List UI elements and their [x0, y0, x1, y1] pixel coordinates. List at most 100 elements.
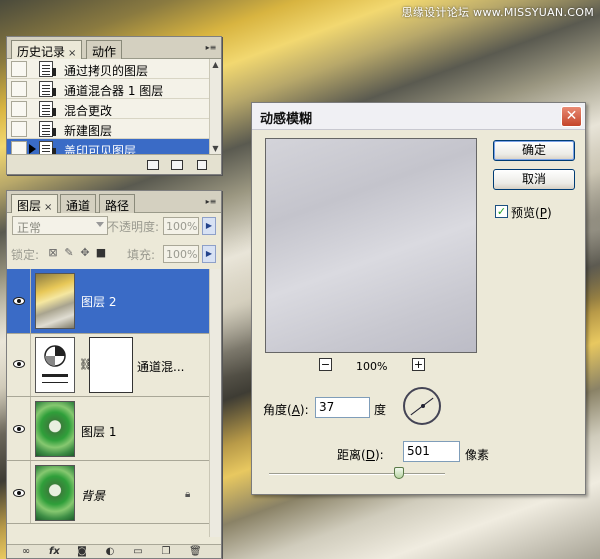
history-item-label: 混合更改 [64, 104, 113, 118]
history-state-icon [39, 101, 56, 117]
tab-close-icon[interactable]: × [44, 202, 52, 213]
lock-label: 锁定: [11, 248, 40, 262]
fill-arrow-icon[interactable]: ▶ [202, 245, 216, 263]
panel-menu-icon[interactable]: ▸≡ [204, 43, 218, 53]
history-item[interactable]: 通过拷贝的图层 [7, 59, 211, 79]
layer-row-selected[interactable]: 图层 2 [7, 269, 211, 334]
zoom-level: 100% [356, 360, 388, 373]
scroll-up-icon[interactable]: ▲ [210, 59, 221, 71]
tab-layers[interactable]: 图层 × [11, 194, 59, 214]
opacity-input[interactable]: 100% [163, 217, 199, 235]
dialog-titlebar[interactable]: 动感模糊 ✕ [252, 103, 585, 130]
history-item-label: 新建图层 [64, 124, 113, 138]
layer-row[interactable]: ⛓ 通道混... [7, 334, 211, 397]
visibility-toggle[interactable] [7, 397, 31, 460]
distance-slider-thumb[interactable] [394, 467, 404, 479]
history-state-icon [39, 61, 56, 77]
tab-paths[interactable]: 路径 [99, 194, 136, 213]
trash-icon[interactable] [197, 160, 207, 170]
chain-link-icon[interactable]: ⛓ [79, 358, 93, 371]
adjustment-icon[interactable]: ◐ [105, 547, 115, 557]
tab-actions[interactable]: 动作 [86, 40, 123, 59]
fill-value: 100% [166, 248, 198, 261]
history-brush-source[interactable] [11, 121, 27, 137]
eye-icon [13, 489, 25, 497]
layer-row[interactable]: 背景 🔒︎ [7, 461, 211, 524]
layer-thumbnail [35, 465, 75, 521]
history-item[interactable]: 混合更改 [7, 99, 211, 119]
visibility-toggle[interactable] [7, 461, 31, 523]
history-item[interactable]: 新建图层 [7, 119, 211, 139]
dialog-title: 动感模糊 [260, 112, 313, 127]
visibility-toggle[interactable] [7, 269, 31, 333]
lock-position-move-icon[interactable]: ✥ [79, 247, 91, 259]
angle-dial-center [421, 404, 425, 408]
eye-icon [13, 360, 25, 368]
angle-dial[interactable] [403, 387, 441, 425]
history-state-icon [39, 121, 56, 137]
panel-menu-icon[interactable]: ▸≡ [204, 197, 218, 207]
new-document-from-state-icon[interactable] [147, 160, 159, 170]
history-brush-source[interactable] [11, 81, 27, 97]
blend-mode-value: 正常 [17, 221, 42, 235]
layer-name: 图层 1 [81, 425, 117, 439]
layer-mask-thumbnail [89, 337, 133, 393]
history-brush-source[interactable] [11, 101, 27, 117]
chevron-down-icon [96, 222, 104, 227]
history-item-label: 通道混合器 1 图层 [64, 84, 164, 98]
layer-name: 背景 [81, 489, 106, 503]
distance-unit: 像素 [465, 448, 490, 462]
angle-unit: 度 [374, 403, 387, 417]
opacity-value: 100% [166, 220, 198, 233]
layer-name: 图层 2 [81, 295, 117, 309]
cancel-button[interactable]: 取消 [493, 169, 575, 190]
history-brush-source[interactable] [11, 61, 27, 77]
visibility-toggle[interactable] [7, 334, 31, 396]
fx-icon[interactable]: fx [49, 547, 60, 557]
tab-channels-label: 通道 [66, 199, 91, 213]
history-state-icon [39, 81, 56, 97]
tab-close-icon[interactable]: × [68, 48, 76, 59]
tab-channels[interactable]: 通道 [60, 194, 97, 213]
motion-blur-dialog: 动感模糊 ✕ − 100% + 确定 取消 ✓ 预览(P) 角度(A): 37 … [251, 102, 586, 495]
trash-icon[interactable]: 🗑︎ [189, 547, 202, 557]
opacity-arrow-icon[interactable]: ▶ [202, 217, 216, 235]
lock-all-icon[interactable]: ■ [95, 247, 107, 259]
angle-label: 角度(A): [263, 403, 309, 417]
lock-pixels-brush-icon[interactable]: ✎ [63, 247, 75, 259]
tab-history[interactable]: 历史记录 × [11, 40, 83, 60]
new-layer-icon[interactable]: ❐ [161, 547, 171, 557]
preview-label: 预览(P) [511, 206, 552, 220]
angle-input[interactable]: 37 [315, 397, 370, 418]
layer-name: 通道混... [137, 360, 185, 374]
adjustment-layer-thumbnail [35, 337, 75, 393]
layer-thumbnail [35, 401, 75, 457]
mask-icon[interactable]: ◙ [77, 547, 87, 557]
history-panel: 历史记录 × 动作 ▸≡ 通过拷贝的图层 通道混合器 1 图层 混合更改 新建图层… [6, 36, 222, 175]
preview-checkbox[interactable]: ✓ [495, 205, 508, 218]
zoom-in-button[interactable]: + [412, 358, 425, 371]
lock-icon: 🔒︎ [185, 489, 191, 500]
blend-mode-select[interactable]: 正常 [12, 216, 108, 235]
fill-label: 填充: [127, 248, 156, 262]
history-item[interactable]: 通道混合器 1 图层 [7, 79, 211, 99]
lock-transparency-icon[interactable]: ⊠ [47, 247, 59, 259]
distance-input[interactable]: 501 [403, 441, 460, 462]
history-scrollbar[interactable]: ▲ ▼ [209, 59, 221, 155]
close-icon[interactable]: ✕ [561, 106, 582, 127]
snapshot-camera-icon[interactable] [171, 160, 183, 170]
group-icon[interactable]: ▭ [133, 547, 143, 557]
distance-slider-track[interactable] [269, 473, 445, 475]
eye-icon [13, 297, 25, 305]
ok-button[interactable]: 确定 [493, 140, 575, 161]
fill-input[interactable]: 100% [163, 245, 199, 263]
watermark: 思缘设计论坛 www.MISSYUAN.COM [401, 6, 594, 19]
layers-scrollbar[interactable] [209, 269, 221, 537]
layer-row[interactable]: 图层 1 [7, 397, 211, 461]
history-item-label: 通过拷贝的图层 [64, 64, 149, 78]
link-icon[interactable]: ∞ [21, 547, 31, 557]
zoom-out-button[interactable]: − [319, 358, 332, 371]
filter-preview[interactable] [265, 138, 477, 353]
distance-value: 501 [407, 444, 430, 458]
layer-thumbnail [35, 273, 75, 329]
